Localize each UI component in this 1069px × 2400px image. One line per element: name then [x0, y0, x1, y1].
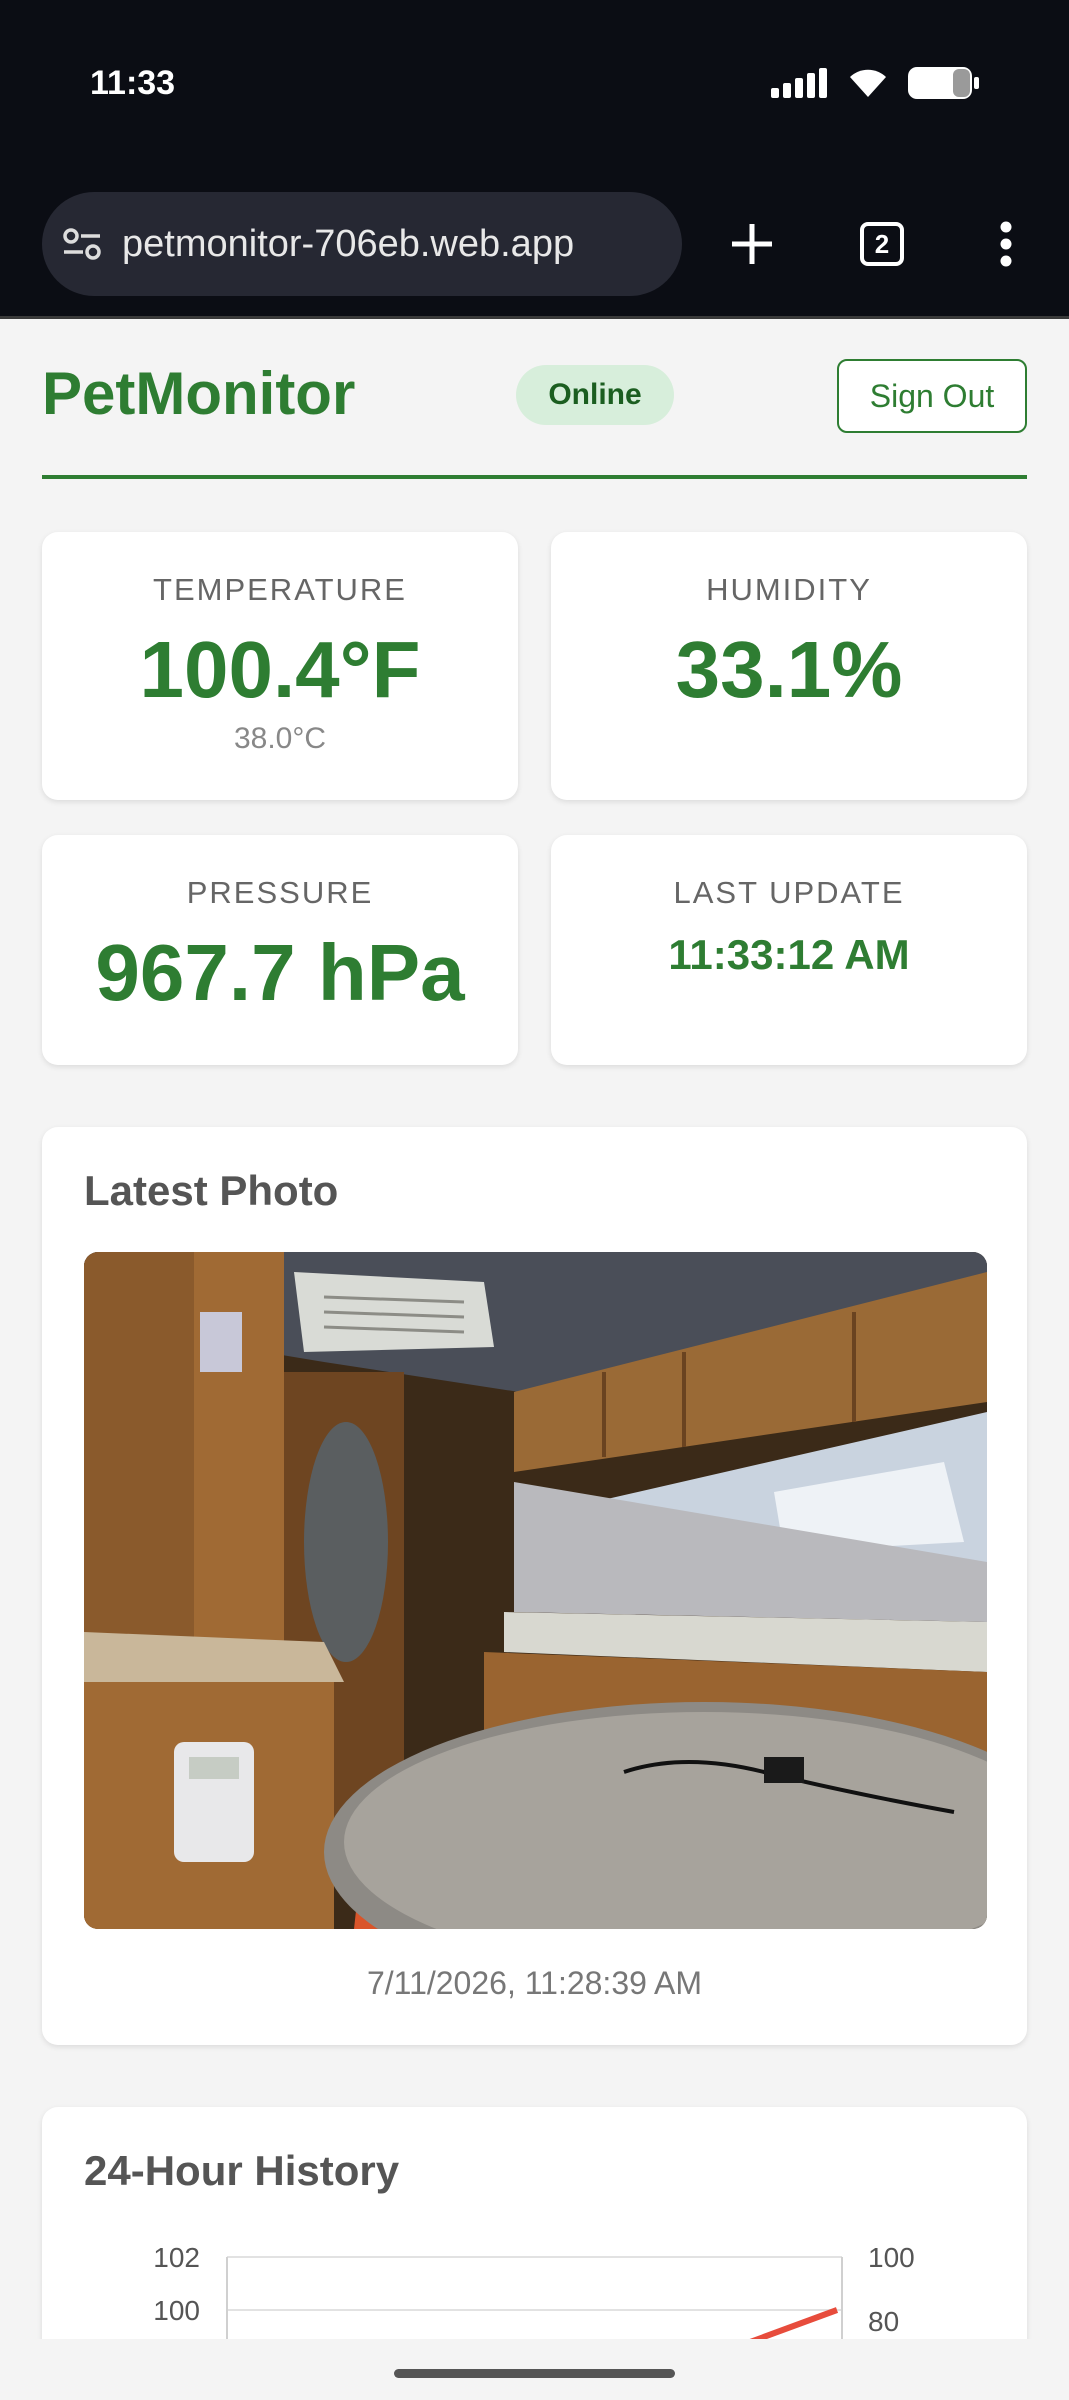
rv-interior-image	[84, 1252, 987, 1929]
humidity-card: HUMIDITY 33.1%	[551, 532, 1027, 800]
latest-photo-title: Latest Photo	[84, 1167, 339, 1214]
history-title: 24-Hour History	[84, 2147, 400, 2194]
app-header: PetMonitor Online Sign Out	[42, 319, 1027, 479]
sign-out-button[interactable]: Sign Out	[837, 359, 1027, 433]
y-right-tick: 80	[868, 2306, 899, 2337]
wifi-icon	[850, 69, 886, 97]
last-update-label: LAST UPDATE	[673, 875, 905, 910]
status-icons	[771, 66, 979, 100]
pressure-label: PRESSURE	[186, 875, 374, 910]
pressure-value: 967.7 hPa	[95, 928, 465, 1017]
history-chart: 102 100 100 80	[153, 2242, 915, 2339]
y-left-tick: 102	[153, 2242, 200, 2273]
page-content: PetMonitor Online Sign Out TEMPERATURE 1…	[0, 319, 1069, 2339]
temperature-label: TEMPERATURE	[153, 572, 407, 607]
temperature-celsius: 38.0°C	[233, 722, 327, 755]
temperature-value: 100.4°F	[139, 625, 421, 714]
temperature-card: TEMPERATURE 100.4°F 38.0°C	[42, 532, 518, 800]
new-tab-button[interactable]	[714, 206, 790, 282]
humidity-label: HUMIDITY	[706, 572, 872, 607]
status-bar: 11:33	[0, 0, 1069, 180]
humidity-value: 33.1%	[675, 625, 903, 714]
signal-icon	[771, 68, 827, 98]
tab-switcher-button[interactable]: 2	[844, 206, 920, 282]
url-text: petmonitor-706eb.web.app	[122, 222, 575, 265]
history-card: 24-Hour History 102 100 100 80	[42, 2107, 1027, 2339]
latest-photo-card: Latest Photo 7/11/2026, 11:28:39 AM	[42, 1127, 1027, 2045]
home-indicator[interactable]	[394, 2369, 675, 2378]
status-time: 11:33	[90, 64, 176, 102]
more-vert-icon	[1000, 221, 1012, 267]
tune-icon[interactable]	[62, 227, 102, 261]
gesture-bar	[0, 2339, 1069, 2400]
camera-photo[interactable]	[84, 1252, 987, 1929]
status-badge: Online	[516, 365, 674, 425]
series-line	[749, 2307, 839, 2339]
y-left-tick: 100	[153, 2295, 200, 2326]
tab-count-icon: 2	[860, 222, 904, 266]
last-update-card: LAST UPDATE 11:33:12 AM	[551, 835, 1027, 1065]
url-bar[interactable]: petmonitor-706eb.web.app	[42, 192, 682, 296]
y-right-tick: 100	[868, 2242, 915, 2273]
browser-toolbar: petmonitor-706eb.web.app 2	[0, 180, 1069, 318]
app-title: PetMonitor	[42, 360, 356, 427]
pressure-card: PRESSURE 967.7 hPa	[42, 835, 518, 1065]
last-update-value: 11:33:12 AM	[668, 931, 910, 978]
browser-menu-button[interactable]	[968, 206, 1044, 282]
battery-icon	[908, 67, 979, 99]
photo-timestamp: 7/11/2026, 11:28:39 AM	[366, 1965, 703, 2001]
plus-icon	[732, 224, 772, 264]
